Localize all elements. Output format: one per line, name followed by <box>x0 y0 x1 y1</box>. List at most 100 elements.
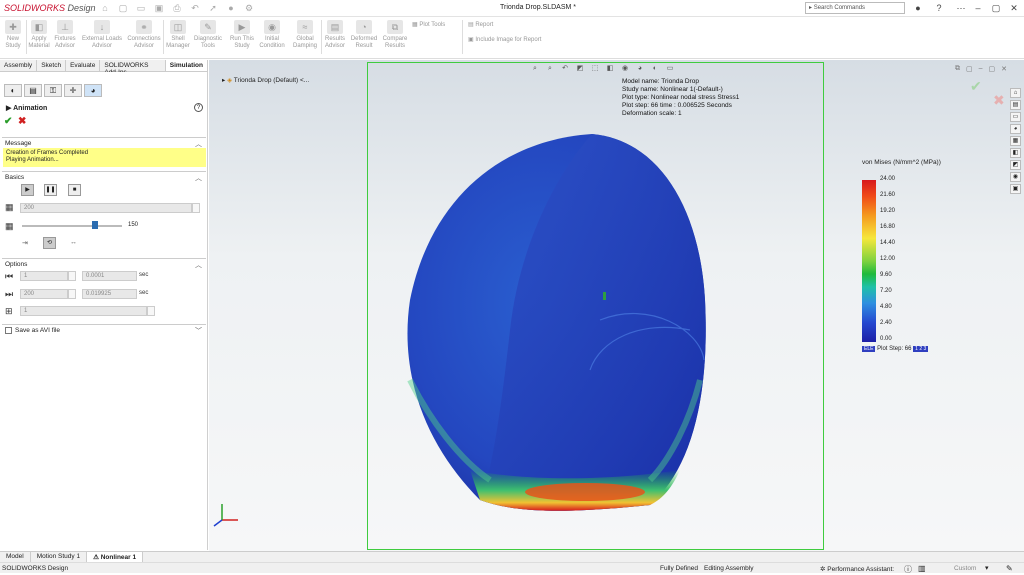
print-icon[interactable]: ⎙ <box>170 2 184 14</box>
maximize-icon[interactable]: ▢ <box>990 2 1002 14</box>
global-damping-button[interactable]: ≈ Global Damping <box>290 20 320 58</box>
restore-icon[interactable]: ⧉ <box>955 65 960 73</box>
frames-spinner[interactable] <box>192 203 200 213</box>
confirm-check-icon[interactable]: ✔ <box>970 78 982 95</box>
external-loads-button[interactable]: ↓ External Loads Advisor <box>80 20 124 58</box>
feature-tree-icon[interactable]: ◐ <box>4 84 22 97</box>
rebuild-icon[interactable]: ● <box>224 2 238 14</box>
undo-icon[interactable]: ↶ <box>188 2 202 14</box>
solidworks-forum-icon[interactable]: ◉ <box>1010 172 1021 182</box>
search-input[interactable]: ▸ Search Commands <box>805 2 905 14</box>
end-time-field[interactable]: 0.019925 <box>82 289 137 299</box>
display-style-icon[interactable]: ◧ <box>605 64 615 73</box>
new-document-icon[interactable]: ▢ <box>116 2 130 14</box>
tab-nonlinear[interactable]: ⚠ Nonlinear 1 <box>87 552 144 562</box>
appearances-icon[interactable]: ◕ <box>1010 124 1021 134</box>
tab-model[interactable]: Model <box>0 552 31 562</box>
select-icon[interactable]: ➚ <box>206 2 220 14</box>
hide-show-icon[interactable]: ◉ <box>620 64 630 73</box>
units-chevron-icon[interactable]: ▾ <box>985 564 989 572</box>
step-field[interactable]: 1 <box>20 306 147 316</box>
design-library-icon[interactable]: ▤ <box>1010 100 1021 110</box>
help-icon[interactable]: ? <box>933 2 945 14</box>
collapse-chevron-icon[interactable]: ︿ <box>195 173 202 183</box>
compare-results-button[interactable]: ⧉ Compare Results <box>382 20 408 58</box>
user-avatar-icon[interactable]: ● <box>912 2 924 14</box>
simulation-icon[interactable]: ◧ <box>1010 148 1021 158</box>
status-info-icon[interactable]: ⓘ <box>904 564 912 575</box>
settings-icon[interactable]: ⚙ <box>242 2 256 14</box>
app-logo[interactable]: SOLIDWORKS Design <box>4 3 96 13</box>
options-icon[interactable]: ⋯ <box>955 2 967 14</box>
status-settings-icon[interactable]: ✎ <box>1006 564 1013 573</box>
fixtures-advisor-button[interactable]: ⊥ Fixtures Advisor <box>52 20 78 58</box>
pause-button[interactable]: ❚❚ <box>44 184 57 196</box>
include-image-button[interactable]: ▣ Include Image for Report <box>468 36 541 43</box>
custom-properties-icon[interactable]: ▦ <box>1010 136 1021 146</box>
scene-icon[interactable]: ◐ <box>650 64 660 73</box>
shell-manager-button[interactable]: ◫ Shell Manager <box>166 20 190 58</box>
options-section-header[interactable]: Options ︿ <box>2 258 206 270</box>
report-button[interactable]: ▤ Report <box>468 21 493 28</box>
color-legend-bar[interactable] <box>862 180 876 342</box>
tab-simulation[interactable]: Simulation <box>165 60 208 71</box>
ok-checkmark-icon[interactable]: ✔ <box>4 116 12 127</box>
file-explorer-icon[interactable]: ▭ <box>1010 112 1021 122</box>
tab-assembly[interactable]: Assembly <box>0 60 38 71</box>
zoom-area-icon[interactable]: ⌕ <box>545 64 555 73</box>
end-frame-spinner[interactable] <box>68 289 76 299</box>
viewport-close-icon[interactable]: ✕ <box>1001 65 1007 73</box>
initial-condition-button[interactable]: ◉ Initial Condition <box>258 20 286 58</box>
collapse-chevron-icon[interactable]: ︿ <box>195 260 202 270</box>
tab-addins[interactable]: SOLIDWORKS Add-Ins <box>100 60 166 76</box>
reciprocate-icon[interactable]: ↔ <box>70 239 77 246</box>
deformed-result-button[interactable]: ◔ Deformed Result <box>349 20 379 58</box>
expand-chevron-icon[interactable]: ﹀ <box>195 326 202 336</box>
end-frame-field[interactable]: 200 <box>20 289 68 299</box>
tab-motion-study[interactable]: Motion Study 1 <box>31 552 88 562</box>
cancel-x-icon[interactable]: ✖ <box>18 116 26 127</box>
start-time-field[interactable]: 0.0001 <box>82 271 137 281</box>
viewport-minimize-icon[interactable]: – <box>979 65 983 73</box>
loop-normal-icon[interactable]: ⇥ <box>22 239 28 247</box>
help-icon[interactable]: ? <box>194 103 203 112</box>
display-manager-icon[interactable]: ◕ <box>84 84 102 97</box>
flyout-feature-tree[interactable]: ▸ ◈ Trionda Drop (Default) <... <box>222 76 309 84</box>
run-study-button[interactable]: ▶ Run This Study <box>228 20 256 58</box>
toolbox-icon[interactable]: ▣ <box>1010 184 1021 194</box>
element-badge[interactable]: ELE <box>862 346 876 352</box>
new-study-button[interactable]: ✚ New Study <box>2 20 24 58</box>
status-toolbar-icon[interactable]: ▥ <box>918 564 926 573</box>
cancel-x-icon[interactable]: ✖ <box>993 92 1005 109</box>
loop-continuous-button[interactable]: ⟲ <box>43 237 56 249</box>
performance-assistant[interactable]: ✲ Performance Assistant: <box>820 565 894 573</box>
save-avi-checkbox[interactable] <box>5 327 12 334</box>
tile-icon[interactable]: ▢ <box>966 65 973 73</box>
minimize-icon[interactable]: – <box>972 2 984 14</box>
viewport-maximize-icon[interactable]: ▢ <box>989 65 996 73</box>
diagnostic-tools-button[interactable]: ✎ Diagnostic Tools <box>194 20 222 58</box>
view-orientation-icon[interactable]: ⬚ <box>590 64 600 73</box>
home-icon[interactable]: ⌂ <box>98 2 112 14</box>
previous-view-icon[interactable]: ↶ <box>560 64 570 73</box>
close-icon[interactable]: ✕ <box>1008 2 1020 14</box>
basics-section-header[interactable]: Basics ︿ <box>2 171 206 183</box>
stop-button[interactable]: ■ <box>68 184 81 196</box>
resources-icon[interactable]: ⌂ <box>1010 88 1021 98</box>
start-frame-field[interactable]: 1 <box>20 271 68 281</box>
dimxpert-icon[interactable]: ✛ <box>64 84 82 97</box>
tab-evaluate[interactable]: Evaluate <box>66 60 101 71</box>
section-view-icon[interactable]: ◩ <box>575 64 585 73</box>
start-frame-spinner[interactable] <box>68 271 76 281</box>
view-palette-icon[interactable]: ◩ <box>1010 160 1021 170</box>
message-section-header[interactable]: Message ︿ <box>2 137 206 148</box>
zoom-fit-icon[interactable]: ⌕ <box>530 64 540 73</box>
speed-slider-thumb[interactable] <box>92 221 98 229</box>
step-spinner[interactable] <box>147 306 155 316</box>
open-icon[interactable]: ▭ <box>134 2 148 14</box>
tab-sketch[interactable]: Sketch <box>37 60 67 71</box>
units-selector[interactable]: Custom <box>954 565 976 572</box>
connections-advisor-button[interactable]: ⚭ Connections Advisor <box>126 20 162 58</box>
apply-material-button[interactable]: ◧ Apply Material <box>28 20 50 58</box>
property-manager-icon[interactable]: ▤ <box>24 84 42 97</box>
